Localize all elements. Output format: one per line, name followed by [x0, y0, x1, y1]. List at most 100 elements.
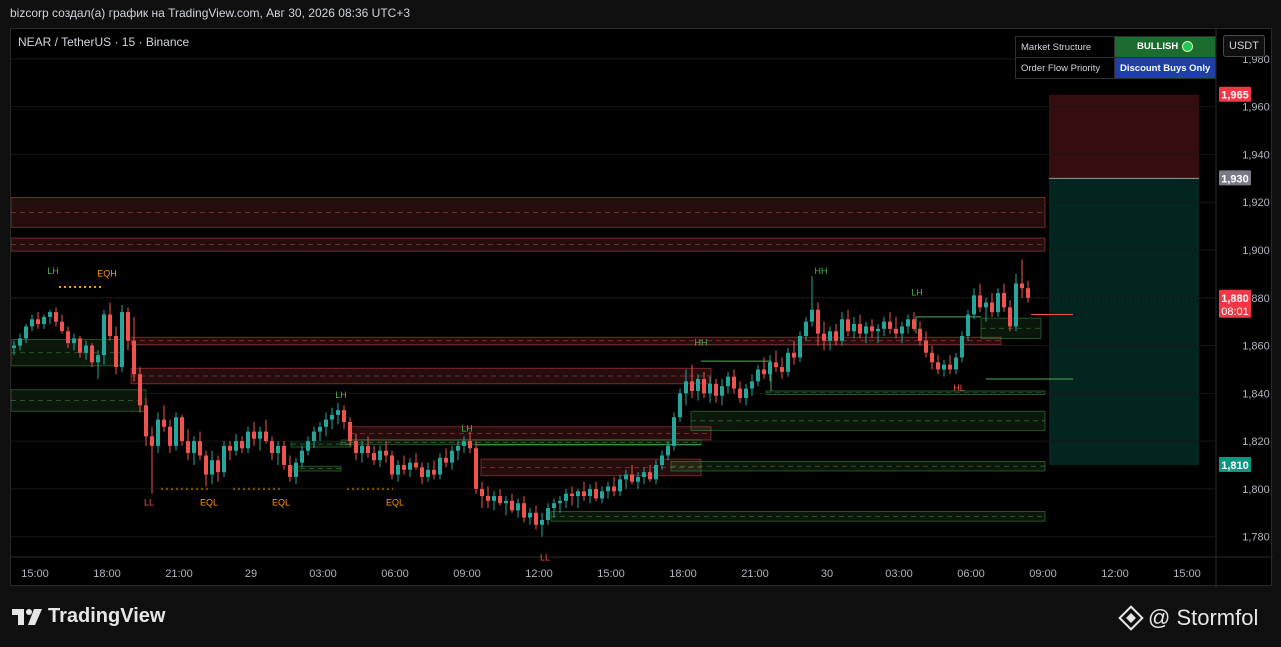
candle-body-68 [420, 467, 424, 477]
candle-body-4 [36, 319, 40, 325]
candle-body-88 [540, 519, 544, 525]
candle-body-130 [792, 352, 796, 358]
candle-body-46 [288, 465, 292, 477]
candle-body-127 [774, 362, 778, 368]
price-marker-label-0: 1,965 [1221, 90, 1249, 102]
candle-body-62 [384, 450, 388, 456]
candle-body-140 [852, 324, 856, 332]
candle-body-111 [678, 393, 682, 418]
symbol-legend[interactable]: NEAR / TetherUS · 15 · Binance [18, 35, 189, 49]
candle-body-28 [180, 417, 184, 442]
candle-body-167 [1014, 283, 1018, 327]
price-marker-label-1: 1,930 [1221, 173, 1249, 185]
candle-body-115 [702, 379, 706, 394]
candle-body-95 [582, 491, 586, 497]
candle-body-6 [48, 312, 52, 317]
candle-body-126 [768, 362, 772, 375]
candle-body-47 [294, 462, 298, 477]
candle-body-64 [396, 465, 400, 475]
candle-body-160 [972, 295, 976, 315]
candle-body-58 [360, 445, 364, 454]
candle-body-107 [654, 465, 658, 480]
price-marker-label-2: 1,880 [1221, 293, 1249, 305]
candle-body-81 [498, 496, 502, 504]
candle-body-35 [222, 445, 226, 473]
candle-body-37 [234, 441, 238, 451]
candle-body-29 [186, 441, 190, 454]
candle-body-133 [810, 309, 814, 322]
candle-body-25 [162, 419, 166, 427]
candle-body-90 [552, 503, 556, 509]
candle-body-89 [546, 508, 550, 520]
structure-label-6: EQL [386, 498, 404, 508]
time-tick-label-14: 09:00 [1029, 568, 1057, 580]
candle-body-36 [228, 445, 232, 451]
candle-body-80 [492, 496, 496, 501]
candle-body-120 [732, 376, 736, 389]
price-tick-label-2: 1,820 [1242, 436, 1270, 448]
structure-label-2: LL [144, 498, 154, 508]
candle-body-8 [60, 321, 64, 332]
candle-body-65 [402, 465, 406, 470]
candle-body-71 [438, 457, 442, 475]
candle-body-154 [936, 362, 940, 370]
candle-body-161 [978, 295, 982, 308]
candle-body-164 [996, 293, 1000, 313]
price-tick-label-1: 1,800 [1242, 484, 1270, 496]
diamond-logo-icon [1118, 605, 1144, 631]
candle-body-145 [882, 321, 886, 329]
candle-body-72 [444, 457, 448, 463]
candle-body-48 [300, 450, 304, 463]
candle-body-73 [450, 450, 454, 463]
candle-body-149 [906, 319, 910, 327]
chart-panel[interactable]: LH EQH LL EQL EQL LH EQL LH LL HH HH LH HL 1,780 1,800… [10, 28, 1273, 587]
candle-body-98 [600, 491, 604, 499]
currency-button[interactable]: USDT [1223, 35, 1265, 57]
time-tick-label-15: 12:00 [1101, 568, 1129, 580]
candle-body-16 [108, 314, 112, 337]
candle-body-43 [270, 441, 274, 454]
candle-body-159 [966, 314, 970, 337]
candle-body-85 [522, 503, 526, 518]
candle-body-108 [660, 455, 664, 466]
candle-body-9 [66, 331, 70, 344]
status-value-order-flow: Discount Buys Only [1113, 57, 1217, 79]
candle-body-74 [456, 445, 460, 451]
candle-body-168 [1020, 283, 1024, 289]
candle-body-117 [714, 383, 718, 396]
candle-body-76 [468, 441, 472, 449]
structure-label-7: LH [461, 424, 473, 434]
candle-body-166 [1008, 307, 1012, 327]
candle-body-22 [144, 405, 148, 437]
candle-body-26 [168, 426, 172, 446]
candle-body-69 [426, 469, 430, 477]
structure-label-1: EQH [97, 268, 117, 278]
candle-body-146 [888, 321, 892, 329]
tradingview-logo-icon [12, 608, 42, 625]
structure-label-5: LH [335, 390, 347, 400]
time-tick-label-10: 21:00 [741, 568, 769, 580]
candle-body-162 [984, 302, 988, 308]
chart-canvas[interactable]: LH EQH LL EQL EQL LH EQL LH LL HH HH LH HL 1,780 1,800… [11, 29, 1273, 587]
candle-body-5 [42, 316, 46, 325]
time-tick-label-13: 06:00 [957, 568, 985, 580]
price-tick-label-8: 1,940 [1242, 149, 1270, 161]
candle-body-92 [564, 493, 568, 501]
bullish-dot-icon [1182, 41, 1194, 53]
tradingview-logo[interactable]: TradingView [12, 605, 165, 628]
candle-body-122 [744, 388, 748, 399]
candle-body-54 [336, 410, 340, 415]
status-table: Market Structure BULLISH Order Flow Prio… [1015, 36, 1217, 79]
author-watermark-text: @ Stormfol [1148, 605, 1259, 630]
candle-body-53 [330, 414, 334, 420]
candle-body-118 [720, 386, 724, 396]
candle-body-148 [900, 326, 904, 334]
time-tick-label-0: 15:00 [21, 568, 49, 580]
candle-body-57 [354, 441, 358, 454]
candle-body-61 [378, 450, 382, 461]
candle-body-113 [690, 381, 694, 391]
candle-body-124 [756, 369, 760, 382]
candle-body-66 [408, 462, 412, 470]
candle-body-128 [780, 367, 784, 372]
candle-body-51 [318, 426, 322, 432]
